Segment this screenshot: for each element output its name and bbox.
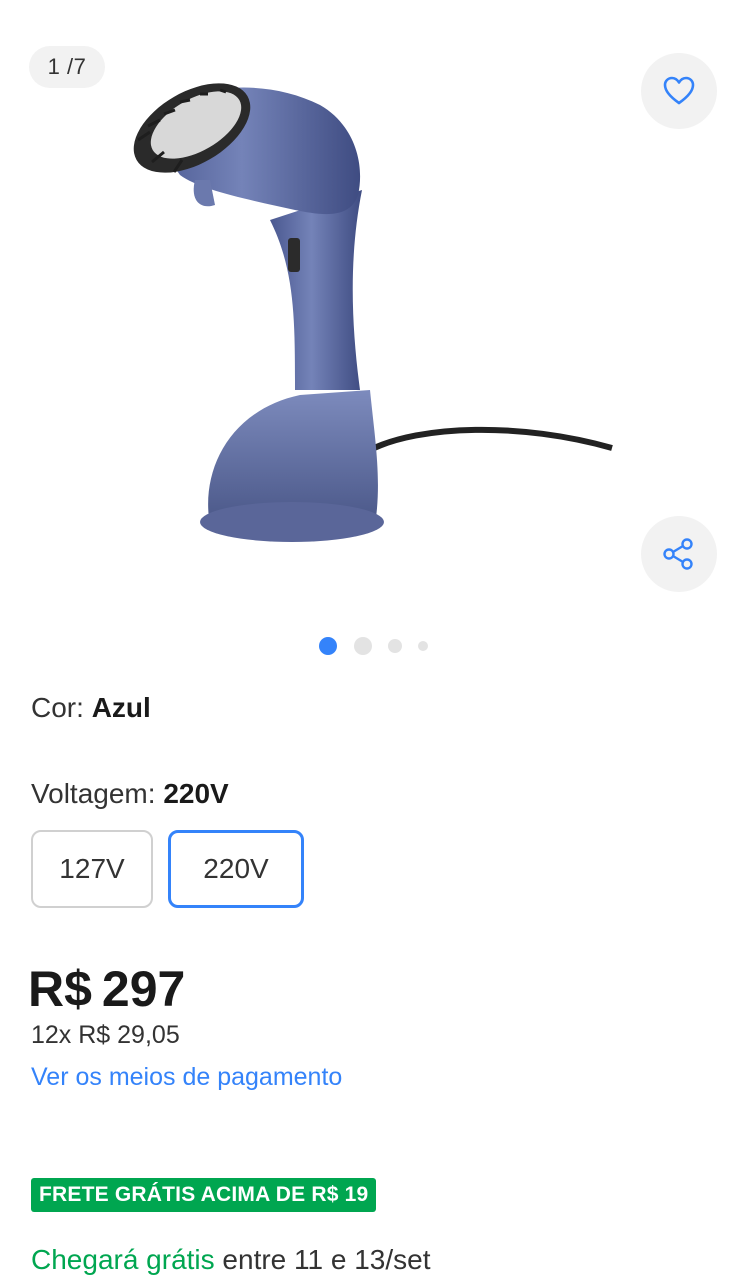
- pagination-dot-active[interactable]: [319, 637, 337, 655]
- gallery-pagination: [0, 636, 749, 656]
- voltage-option-127v[interactable]: 127V: [31, 830, 153, 908]
- voltage-selection: Voltagem: 220V: [31, 778, 229, 810]
- free-shipping-badge: FRETE GRÁTIS ACIMA DE R$ 19: [31, 1178, 377, 1212]
- delivery-free-text: Chegará grátis: [31, 1244, 215, 1275]
- pagination-dot[interactable]: [418, 641, 428, 651]
- delivery-dates: entre 11 e 13/set: [214, 1244, 431, 1275]
- price: R$ 297: [28, 960, 185, 1018]
- pagination-dot[interactable]: [354, 637, 372, 655]
- image-counter: 1 /7: [29, 46, 105, 88]
- installments-info: 12x R$ 29,05: [31, 1021, 180, 1049]
- color-value: Azul: [91, 692, 151, 723]
- price-amount: 297: [101, 961, 186, 1017]
- color-selection: Cor: Azul: [31, 692, 151, 724]
- favorite-button[interactable]: [641, 53, 717, 129]
- pagination-dot[interactable]: [388, 639, 402, 653]
- share-button[interactable]: [641, 516, 717, 592]
- voltage-value: 220V: [163, 778, 229, 809]
- heart-icon: [663, 76, 695, 105]
- product-image[interactable]: [120, 70, 630, 570]
- voltage-option-220v[interactable]: 220V: [168, 830, 304, 908]
- share-icon: [663, 538, 693, 570]
- price-currency: R$: [28, 961, 92, 1017]
- payment-methods-link[interactable]: Ver os meios de pagamento: [31, 1063, 342, 1092]
- delivery-estimate: Chegará grátis entre 11 e 13/set: [31, 1244, 431, 1276]
- product-gallery[interactable]: 1 /7: [0, 0, 749, 620]
- voltage-label: Voltagem:: [31, 778, 156, 809]
- color-label: Cor:: [31, 692, 84, 723]
